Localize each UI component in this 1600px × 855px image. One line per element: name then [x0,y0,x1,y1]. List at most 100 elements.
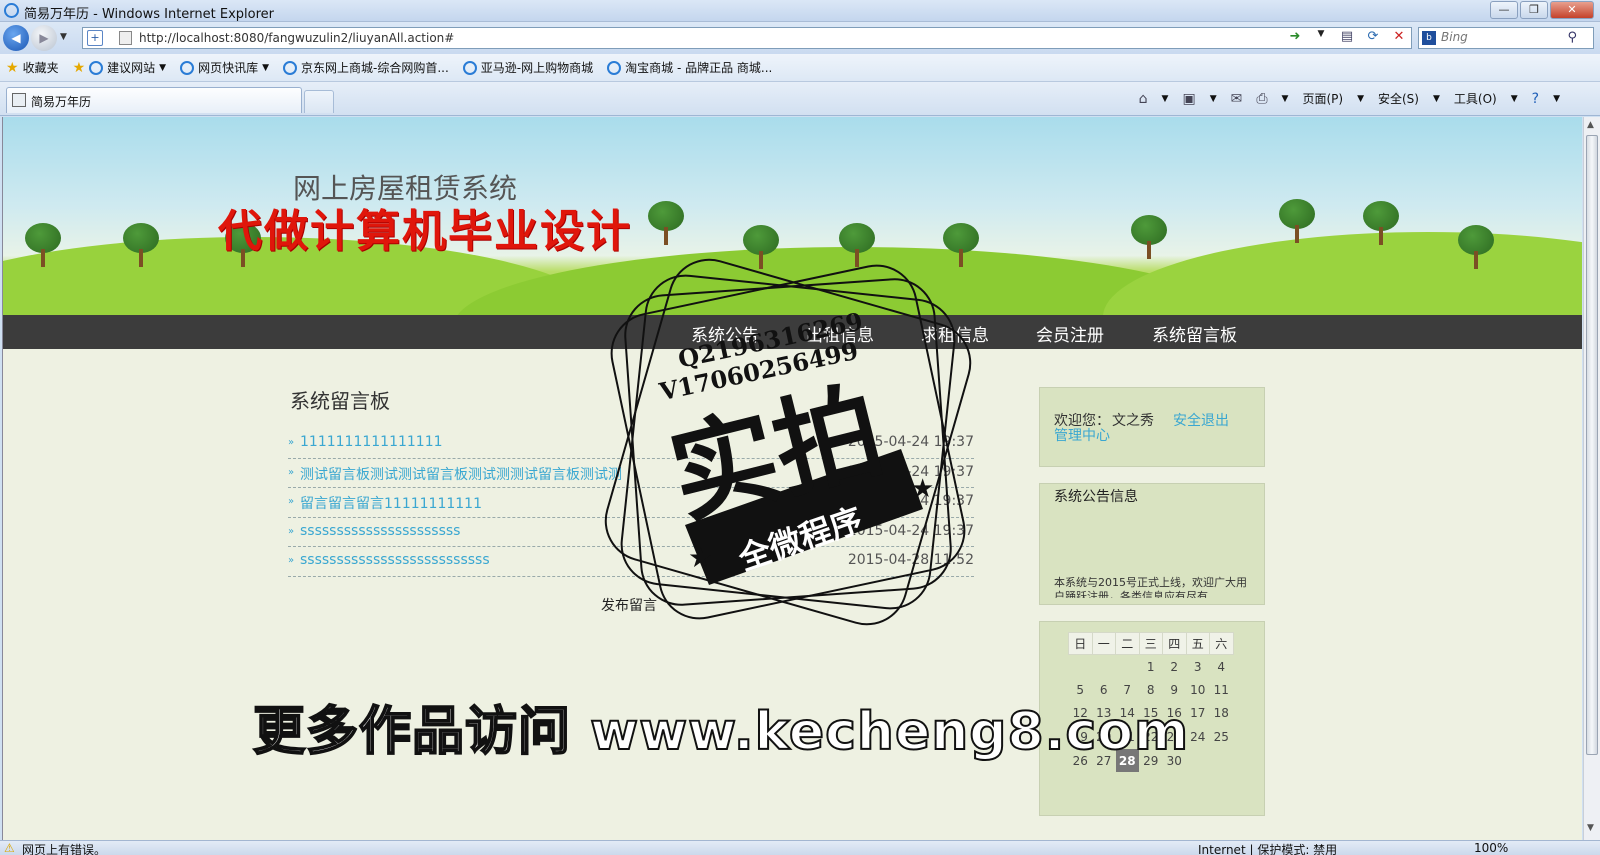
command-bar: ⌂ ▼ ▣ ▼ ✉ ⎙ ▼ 页面(P) ▼ 安全(S) ▼ 工具(O) ▼ ? ▼ [1139,90,1560,107]
window-controls: — ❐ ✕ [1490,1,1594,19]
fav-item-taobao[interactable]: 淘宝商城 - 品牌正品 商城... [607,59,772,76]
ie-page-icon [180,60,195,75]
stop-icon[interactable]: ✕ [1391,29,1407,44]
rss-feed-icon[interactable]: ▣ [1182,91,1195,107]
search-input[interactable] [1441,30,1561,44]
tools-menu[interactable]: 工具(O) [1454,90,1497,107]
chevron-down-icon[interactable]: ▼ [1162,94,1169,104]
weekday-header: 一 [1091,632,1116,655]
security-zone: Internet | 保护模式: 禁用 [1198,843,1338,855]
notice-box: 系统公告信息 本系统与2015号正式上线，欢迎广大用户踊跃注册，各类信息应有尽有 [1039,483,1265,605]
page-icon [119,31,132,45]
tab-active[interactable]: 简易万年历 [6,87,302,113]
calendar-day[interactable]: 11 [1210,678,1234,702]
page-menu[interactable]: 页面(P) [1302,90,1343,107]
zoom-level[interactable]: 100% [1474,841,1508,855]
calendar-day[interactable]: 25 [1210,725,1234,749]
home-icon[interactable]: ⌂ [1139,91,1148,107]
calendar-day[interactable]: 10 [1186,678,1210,702]
message-title-link[interactable]: 测试留言板测试测试留言板测试测测试留言板测试测 [300,464,622,484]
star-icon: ★ [688,541,713,574]
weekday-header: 四 [1162,632,1187,655]
chevron-down-icon: ▼ [159,62,167,73]
calendar-day[interactable]: 4 [1210,655,1234,679]
chevron-down-icon[interactable]: ▼ [1553,94,1560,104]
message-title-link[interactable]: ssssssssssssssssssssss [300,523,460,539]
fav-item-label: 建议网站 [107,61,156,75]
calendar-day[interactable]: 17 [1186,702,1210,726]
notice-title: 系统公告信息 [1054,489,1138,505]
status-message: 网页上有错误。 [22,843,107,855]
bullet-icon: » [288,466,295,478]
bullet-icon: » [288,555,295,566]
warning-icon[interactable]: ⚠ [4,841,15,855]
refresh-icon[interactable]: ⟳ [1365,29,1381,44]
logout-link[interactable]: 安全退出 [1173,410,1229,430]
back-button[interactable]: ◀ [3,25,29,51]
fav-item-suggested[interactable]: ★ 建议网站 ▼ [73,59,167,76]
chevron-down-icon[interactable]: ▼ [1433,94,1440,104]
search-icon[interactable]: ⚲ [1567,30,1577,45]
vertical-scrollbar[interactable]: ▲ ▼ [1583,117,1600,840]
message-title-link[interactable]: 留言留言留言11111111111 [300,493,482,513]
message-title-link[interactable]: ssssssssssssssssssssssssss [300,552,490,568]
address-bar[interactable]: + http://localhost:8080/fangwuzulin2/liu… [82,27,1412,49]
fav-item-label: 淘宝商城 - 品牌正品 商城... [625,61,773,75]
forward-button[interactable]: ▶ [31,25,57,51]
restore-button[interactable]: ❐ [1520,1,1548,19]
fav-item-jd[interactable]: 京东网上商城-综合网购首... [283,59,449,76]
mail-icon[interactable]: ✉ [1231,91,1243,107]
fav-item-label: 京东网上商城-综合网购首... [301,61,449,75]
calendar-day[interactable]: 2 [1163,655,1187,679]
fav-item-webslice[interactable]: 网页快讯库 ▼ [180,59,269,76]
ie-page-icon [283,60,298,75]
favorites-button[interactable]: ★ 收藏夹 [6,59,59,76]
calendar-day[interactable]: 1 [1139,655,1163,679]
weekday-header: 三 [1138,632,1163,655]
calendar-day[interactable]: 18 [1210,702,1234,726]
url-text[interactable]: http://localhost:8080/fangwuzulin2/liuya… [139,31,454,45]
navigation-bar: ◀ ▶ ▼ + http://localhost:8080/fangwuzuli… [0,22,1600,54]
admin-center-link[interactable]: 管理中心 [1054,425,1110,445]
watermark-url-text: 更多作品访问 www.kecheng8.com [252,701,1190,763]
help-icon[interactable]: ? [1532,91,1539,107]
nav-message-board[interactable]: 系统留言板 [1152,321,1237,346]
compat-view-icon[interactable]: + [87,30,103,46]
fav-item-label: 网页快讯库 [198,61,259,75]
message-title-link[interactable]: 1111111111111111 [300,434,443,450]
chevron-down-icon[interactable]: ▼ [1282,94,1289,104]
welcome-box: 欢迎您： 文之秀 安全退出 管理中心 [1039,387,1265,467]
scroll-up-icon[interactable]: ▲ [1587,120,1594,130]
print-icon[interactable]: ⎙ [1256,91,1267,107]
address-dropdown-icon[interactable]: ▼ [1313,29,1329,44]
ie-page-icon [607,60,622,75]
search-box[interactable]: b ⚲ [1418,27,1594,49]
calendar-day[interactable]: 24 [1186,725,1210,749]
weekday-header: 六 [1209,632,1234,655]
scroll-down-icon[interactable]: ▼ [1587,823,1594,833]
add-favorite-icon: ★ [72,59,86,76]
ie-page-icon [462,60,477,75]
fav-item-amazon[interactable]: 亚马逊-网上购物商城 [462,59,593,76]
safety-menu[interactable]: 安全(S) [1378,90,1419,107]
new-tab-button[interactable] [304,90,334,113]
favorites-label: 收藏夹 [22,61,59,75]
nav-register[interactable]: 会员注册 [1036,321,1104,346]
bullet-icon: » [288,525,295,537]
compatibility-icon[interactable]: ▤ [1339,29,1355,44]
window-title: 简易万年历 - Windows Internet Explorer [24,7,274,22]
go-icon[interactable]: ➜ [1287,29,1303,44]
ie-page-icon [89,60,104,75]
favorites-bar: ★ 收藏夹 ★ 建议网站 ▼ 网页快讯库 ▼ 京东网上商城-综合网购首... 亚… [0,54,1600,82]
calendar-day[interactable]: 3 [1186,655,1210,679]
chevron-down-icon[interactable]: ▼ [1357,94,1364,104]
board-title: 系统留言板 [290,389,390,413]
calendar-empty-cell [1210,749,1234,773]
chevron-down-icon[interactable]: ▼ [1210,94,1217,104]
chevron-down-icon[interactable]: ▼ [1511,94,1518,104]
close-button[interactable]: ✕ [1550,1,1594,19]
calendar-empty-cell [1116,655,1140,679]
scroll-thumb[interactable] [1586,135,1598,755]
minimize-button[interactable]: — [1490,1,1518,19]
history-dropdown-icon[interactable]: ▼ [60,32,67,42]
